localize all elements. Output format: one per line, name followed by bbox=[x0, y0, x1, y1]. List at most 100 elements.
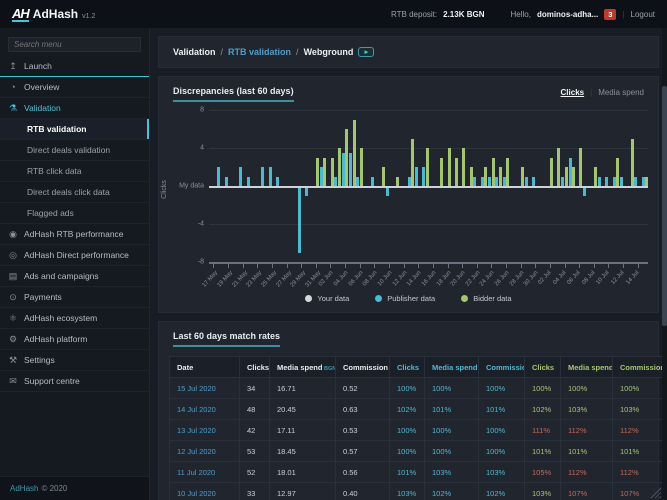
sidebar-item-adhash-rtb-performance[interactable]: ◉AdHash RTB performance bbox=[0, 224, 149, 245]
sidebar-item-label: AdHash ecosystem bbox=[24, 313, 97, 323]
media-spend-cell: 18.01 bbox=[270, 462, 336, 483]
publisher-match-cell: 100% bbox=[479, 378, 525, 399]
bidder-bar bbox=[484, 167, 487, 186]
column-header-your-date[interactable]: Date bbox=[170, 357, 240, 378]
rtb-performance-icon: ◉ bbox=[8, 229, 18, 240]
sidebar-nav: ↥Launch◔Overview⚗ValidationRTB validatio… bbox=[0, 56, 149, 392]
x-tick-label: 18 Jun bbox=[435, 270, 452, 287]
sidebar-item-validation[interactable]: ⚗Validation bbox=[0, 98, 149, 119]
bidder-match-cell: 111% bbox=[525, 420, 561, 441]
bidder-bar bbox=[579, 148, 582, 186]
bidder-bar bbox=[353, 120, 356, 187]
x-tick-label: 06 Jul bbox=[567, 270, 582, 286]
date-cell[interactable]: 10 Jul 2020 bbox=[170, 483, 240, 500]
column-header-publisher-commission[interactable]: Commission bbox=[479, 357, 525, 378]
x-tick-label: 19 May bbox=[217, 270, 235, 289]
sidebar-item-label: Launch bbox=[24, 61, 52, 71]
publisher-match-cell: 103% bbox=[390, 483, 425, 500]
publisher-bar bbox=[225, 177, 228, 187]
bidder-bar bbox=[338, 148, 341, 186]
publisher-match-cell: 100% bbox=[479, 420, 525, 441]
rtb-deposit-label: RTB deposit: bbox=[391, 10, 437, 19]
sidebar-item-label: Direct deals click data bbox=[27, 187, 110, 197]
legend-dot-icon bbox=[461, 295, 468, 302]
adhash-logo[interactable]: AH AdHash v1.2 bbox=[12, 7, 95, 22]
bidder-match-cell: 112% bbox=[613, 462, 667, 483]
sidebar-footer: AdHash © 2020 bbox=[0, 476, 149, 500]
legend-item-bidder-data[interactable]: Bidder data bbox=[461, 294, 511, 303]
bidder-match-cell: 100% bbox=[561, 378, 613, 399]
username[interactable]: dominos-adha... bbox=[537, 10, 598, 19]
sidebar-item-adhash-direct-performance[interactable]: ◎AdHash Direct performance bbox=[0, 245, 149, 266]
clicks-cell: 53 bbox=[240, 441, 270, 462]
publisher-match-cell: 100% bbox=[479, 441, 525, 462]
logout-button[interactable]: Logout bbox=[631, 10, 655, 19]
media-spend-cell: 18.45 bbox=[270, 441, 336, 462]
platform-icon: ⚙ bbox=[8, 334, 18, 345]
sidebar-item-ads-and-campaigns[interactable]: ▤Ads and campaigns bbox=[0, 266, 149, 287]
publisher-bar bbox=[532, 177, 535, 187]
column-header-bidder-commission[interactable]: Commission bbox=[613, 357, 667, 378]
sidebar-item-rtb-click-data[interactable]: RTB click data bbox=[0, 161, 149, 182]
date-cell[interactable]: 12 Jul 2020 bbox=[170, 441, 240, 462]
zero-baseline bbox=[209, 186, 648, 188]
column-header-your-commission[interactable]: Commission BGN bbox=[336, 357, 390, 378]
main-content: Validation / RTB validation / Webground … bbox=[150, 28, 667, 500]
date-cell[interactable]: 14 Jul 2020 bbox=[170, 399, 240, 420]
sidebar-item-flagged-ads[interactable]: Flagged ads bbox=[0, 203, 149, 224]
breadcrumb-webground[interactable]: Webground bbox=[304, 47, 354, 57]
publisher-match-cell: 100% bbox=[425, 378, 479, 399]
toggle-media-spend[interactable]: Media spend bbox=[598, 88, 644, 97]
x-tick bbox=[506, 264, 507, 268]
column-header-your-media-spend[interactable]: Media spend BGN bbox=[270, 357, 336, 378]
publisher-match-cell: 102% bbox=[390, 399, 425, 420]
x-tick-label: 30 Jun bbox=[523, 270, 540, 287]
vertical-scrollbar[interactable] bbox=[662, 28, 667, 500]
date-cell[interactable]: 11 Jul 2020 bbox=[170, 462, 240, 483]
sidebar-item-rtb-validation[interactable]: RTB validation bbox=[0, 119, 149, 140]
search-menu-input[interactable] bbox=[8, 37, 141, 52]
x-tick-label: 16 Jun bbox=[421, 270, 438, 287]
column-header-bidder-clicks[interactable]: Clicks bbox=[525, 357, 561, 378]
column-header-publisher-media-spend[interactable]: Media spend bbox=[425, 357, 479, 378]
sidebar-item-launch[interactable]: ↥Launch bbox=[0, 56, 149, 77]
breadcrumb-rtb-validation[interactable]: RTB validation bbox=[228, 47, 291, 57]
table-row: 13 Jul 20204217.110.53100%100%100%111%11… bbox=[170, 420, 667, 441]
publisher-bar bbox=[247, 177, 250, 187]
column-header-your-clicks[interactable]: Clicks bbox=[240, 357, 270, 378]
bidder-bar bbox=[550, 158, 553, 187]
sidebar-item-adhash-platform[interactable]: ⚙AdHash platform bbox=[0, 329, 149, 350]
sidebar-item-adhash-ecosystem[interactable]: ⚛AdHash ecosystem bbox=[0, 308, 149, 329]
publisher-match-cell: 100% bbox=[390, 441, 425, 462]
date-cell[interactable]: 15 Jul 2020 bbox=[170, 378, 240, 399]
match-rates-table: DateClicksMedia spend BGNCommission BGNC… bbox=[169, 356, 667, 500]
legend-label: Your data bbox=[317, 294, 349, 303]
sidebar-item-direct-deals-validation[interactable]: Direct deals validation bbox=[0, 140, 149, 161]
breadcrumb-validation[interactable]: Validation bbox=[173, 47, 216, 57]
publisher-match-cell: 103% bbox=[479, 462, 525, 483]
column-header-bidder-media-spend[interactable]: Media spend bbox=[561, 357, 613, 378]
x-tick bbox=[623, 264, 624, 268]
bidder-match-cell: 112% bbox=[613, 420, 667, 441]
sidebar-item-overview[interactable]: ◔Overview bbox=[0, 77, 149, 98]
x-tick-label: 12 Jun bbox=[392, 270, 409, 287]
notification-badge[interactable]: 3 bbox=[604, 9, 616, 20]
publisher-bar bbox=[371, 177, 374, 187]
sidebar-item-direct-deals-click-data[interactable]: Direct deals click data bbox=[0, 182, 149, 203]
sidebar-item-support-centre[interactable]: ✉Support centre bbox=[0, 371, 149, 392]
sidebar-item-settings[interactable]: ⚒Settings bbox=[0, 350, 149, 371]
legend-label: Publisher data bbox=[387, 294, 435, 303]
publisher-bar bbox=[217, 167, 220, 186]
play-badge[interactable]: ▸ bbox=[358, 47, 374, 57]
scrollbar-thumb[interactable] bbox=[662, 86, 667, 326]
legend-item-publisher-data[interactable]: Publisher data bbox=[375, 294, 435, 303]
legend-item-your-data[interactable]: Your data bbox=[305, 294, 349, 303]
column-header-publisher-clicks[interactable]: Clicks bbox=[390, 357, 425, 378]
date-cell[interactable]: 13 Jul 2020 bbox=[170, 420, 240, 441]
sidebar-item-payments[interactable]: ⊙Payments bbox=[0, 287, 149, 308]
publisher-bar bbox=[598, 177, 601, 187]
footer-brand-link[interactable]: AdHash bbox=[10, 484, 38, 493]
publisher-bar bbox=[525, 177, 528, 187]
bidder-bar bbox=[506, 158, 509, 187]
toggle-clicks[interactable]: Clicks bbox=[561, 88, 585, 97]
